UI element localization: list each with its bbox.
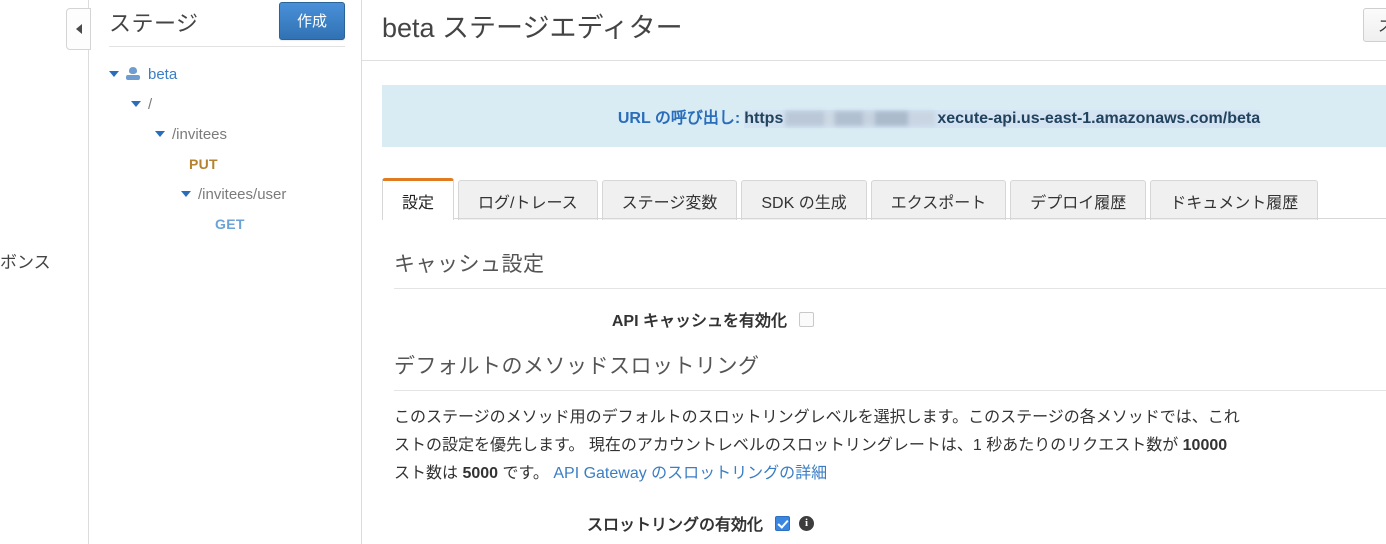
account-rate-limit-value: 10000 <box>1182 437 1228 454</box>
enable-throttling-label: スロットリングの有効化 <box>586 517 763 534</box>
tree-method-label: PUT <box>189 156 218 172</box>
cache-settings-rule <box>394 288 1386 289</box>
invoke-url-suffix: xecute-api.us-east-1.amazonaws.com/beta <box>937 110 1261 127</box>
throttling-desc-2-text: ストの設定を優先します。 現在のアカウントレベルのスロットリングレートは、1 秒… <box>394 437 1183 454</box>
tree-node-invitees-user[interactable]: /invitees/user <box>109 179 361 209</box>
enable-api-cache-checkbox[interactable] <box>799 311 814 327</box>
tree-node-label: beta <box>148 65 178 83</box>
clipped-response-label: ボンス <box>0 253 51 272</box>
header-divider <box>362 60 1386 61</box>
triangle-left-icon <box>75 24 82 34</box>
invoke-url-prefix: https <box>744 110 784 127</box>
tree-node-method-put[interactable]: PUT <box>109 149 361 179</box>
tree-node-label: /invitees/user <box>198 185 287 203</box>
tab-documentation-history[interactable]: ドキュメント履歴 <box>1150 180 1319 220</box>
stage-editor-screen: ボンス ステージ 作成 beta / /invitees PUT /invite… <box>0 0 1386 544</box>
throttling-docs-link[interactable]: API Gateway のスロットリングの詳細 <box>553 465 827 482</box>
tab-logs-tracing[interactable]: ログ/トレース <box>458 180 598 220</box>
invoke-url-content: URL の呼び出し: https xecute-api.us-east-1.ama… <box>508 104 1261 128</box>
enable-api-cache-label: API キャッシュを有効化 <box>611 313 787 330</box>
throttling-desc-3-text: スト数は <box>394 465 463 482</box>
throttling-description-line-1: このステージのメソッド用のデフォルトのスロットリングレベルを選択します。このステ… <box>394 409 1240 426</box>
chevron-down-icon[interactable] <box>181 191 191 197</box>
tab-stage-variables[interactable]: ステージ変数 <box>601 180 738 220</box>
stages-header: ステージ 作成 <box>109 0 345 46</box>
stages-tree: beta / /invitees PUT /invitees/user GET <box>89 59 361 239</box>
tab-settings[interactable]: 設定 <box>382 178 455 221</box>
chevron-down-icon[interactable] <box>131 101 141 107</box>
main-content: beta ステージエディター ステージの削除 URL の呼び出し: https x… <box>362 0 1386 544</box>
tab-deployment-history[interactable]: デプロイ履歴 <box>1010 180 1147 220</box>
create-stage-button[interactable]: 作成 <box>278 2 345 40</box>
enable-throttling-row: スロットリングの有効化 i <box>394 511 814 535</box>
throttling-desc-3-tail: です。 <box>498 465 554 482</box>
invoke-url-label: URL の呼び出し: <box>617 110 741 127</box>
tree-node-label: / <box>148 95 153 113</box>
stages-panel: ステージ 作成 beta / /invitees PUT /invitees/u… <box>89 0 361 544</box>
throttling-description-line-2: ストの設定を優先します。 現在のアカウントレベルのスロットリングレートは、1 秒… <box>394 432 1386 460</box>
throttling-description-line-3: スト数は 5000 です。 API Gateway のスロットリングの詳細 <box>394 460 1386 488</box>
chevron-down-icon[interactable] <box>155 131 165 137</box>
stages-panel-title: ステージ <box>109 11 199 36</box>
tree-node-invitees[interactable]: /invitees <box>109 119 361 149</box>
tree-node-label: /invitees <box>172 125 228 143</box>
tree-node-root[interactable]: / <box>109 89 361 119</box>
sidebar-collapse-handle[interactable] <box>66 8 91 50</box>
throttling-settings-title: デフォルトのメソッドスロットリング <box>394 355 760 378</box>
stages-header-divider <box>109 46 345 47</box>
enable-api-cache-row: API キャッシュを有効化 <box>394 307 814 331</box>
tab-sdk-generation[interactable]: SDK の生成 <box>741 180 867 220</box>
stage-icon <box>126 67 140 81</box>
account-burst-limit-value: 5000 <box>462 465 499 482</box>
enable-throttling-checkbox[interactable] <box>775 515 790 531</box>
throttling-description: このステージのメソッド用のデフォルトのスロットリングレベルを選択します。このステ… <box>394 404 1386 488</box>
chevron-down-icon[interactable] <box>109 71 119 77</box>
tree-node-method-get[interactable]: GET <box>109 209 361 239</box>
cache-settings-title: キャッシュ設定 <box>394 253 545 276</box>
tree-node-beta[interactable]: beta <box>109 59 361 89</box>
invoke-url-banner: URL の呼び出し: https xecute-api.us-east-1.ama… <box>382 85 1386 147</box>
tabs-underline <box>382 218 1386 219</box>
invoke-url-value[interactable]: https xecute-api.us-east-1.amazonaws.com/… <box>744 110 1261 128</box>
main-header: beta ステージエディター ステージの削除 <box>362 0 1386 62</box>
delete-stage-button[interactable]: ステージの削除 <box>1363 8 1386 42</box>
tree-method-label: GET <box>215 216 245 232</box>
page-title: beta ステージエディター <box>382 13 683 43</box>
redacted-account-id <box>785 111 936 127</box>
stage-tabs: 設定 ログ/トレース ステージ変数 SDK の生成 エクスポート デプロイ履歴 … <box>382 176 1322 221</box>
info-icon[interactable]: i <box>799 515 814 531</box>
throttling-settings-rule <box>394 390 1386 391</box>
far-left-column: ボンス <box>0 0 88 544</box>
tab-export[interactable]: エクスポート <box>870 180 1007 220</box>
